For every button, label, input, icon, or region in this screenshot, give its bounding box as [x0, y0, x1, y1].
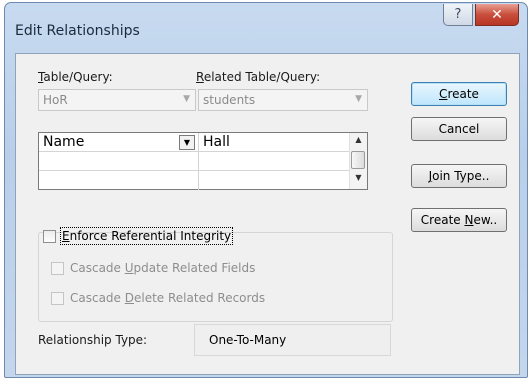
related-table-query-select[interactable]: students ▼	[198, 89, 368, 111]
relationship-type-label: Relationship Type:	[38, 333, 148, 347]
cascade-delete-label: Cascade Delete Related Records	[70, 291, 266, 305]
grid-scrollbar[interactable]: ▲ ▼	[349, 133, 367, 189]
field-mapping-grid: Name ▼ Hall ▲ ▼	[38, 132, 368, 190]
help-button[interactable]: ?	[443, 4, 473, 26]
related-table-query-label: Related Table/Query:	[196, 70, 321, 84]
scroll-up-icon[interactable]: ▲	[350, 135, 367, 149]
grid-cell-related-field[interactable]: Hall	[199, 133, 359, 152]
close-icon: ✕	[491, 6, 503, 23]
table-row	[39, 152, 359, 171]
cascade-update-checkbox[interactable]: Cascade Update Related Fields	[51, 261, 255, 275]
related-table-query-value: students	[203, 93, 256, 107]
table-query-select[interactable]: HoR ▼	[38, 89, 196, 111]
dialog-window: Edit Relationships ? ✕ Table/Query: Rela…	[4, 2, 528, 378]
grid-cell-text: Name	[43, 134, 85, 150]
cancel-button[interactable]: Cancel	[411, 117, 507, 141]
grid-cell-text: Hall	[203, 134, 230, 150]
checkbox-box[interactable]	[51, 261, 64, 275]
grid-cell-related-field[interactable]	[199, 152, 359, 171]
table-row: Name ▼ Hall	[39, 133, 359, 152]
title-bar-buttons: ? ✕	[443, 4, 519, 26]
close-button[interactable]: ✕	[475, 4, 519, 26]
grid-cell-table-field[interactable]: Name ▼	[39, 133, 199, 152]
enforce-integrity-checkbox[interactable]: Enforce Referential Integrity	[43, 227, 234, 245]
scroll-down-icon[interactable]: ▼	[350, 173, 367, 187]
dialog-body: Table/Query: Related Table/Query: HoR ▼ …	[15, 53, 520, 375]
checkbox-box[interactable]	[43, 229, 56, 243]
cascade-update-label: Cascade Update Related Fields	[70, 261, 256, 275]
checkbox-box[interactable]	[51, 291, 64, 305]
grid-cell-table-field[interactable]	[39, 152, 199, 171]
grid-cell-related-field[interactable]	[199, 171, 359, 190]
join-type-button[interactable]: Join Type..	[411, 164, 507, 188]
chevron-down-icon: ▼	[183, 94, 190, 104]
enforce-integrity-label: Enforce Referential Integrity	[59, 227, 234, 245]
relationship-type-value: One-To-Many	[194, 324, 391, 356]
window-title: Edit Relationships	[15, 23, 140, 39]
cascade-delete-checkbox[interactable]: Cascade Delete Related Records	[51, 291, 265, 305]
create-button[interactable]: Create	[411, 82, 507, 106]
help-icon: ?	[454, 7, 462, 22]
table-row	[39, 171, 359, 190]
grid-cell-table-field[interactable]	[39, 171, 199, 190]
table-query-value: HoR	[43, 93, 68, 107]
chevron-down-icon: ▼	[355, 94, 362, 104]
table-query-label: Table/Query:	[38, 70, 113, 84]
integrity-options-group	[38, 232, 393, 322]
chevron-down-icon[interactable]: ▼	[179, 135, 195, 150]
scroll-thumb[interactable]	[351, 151, 365, 169]
create-new-button[interactable]: Create New..	[411, 208, 507, 232]
